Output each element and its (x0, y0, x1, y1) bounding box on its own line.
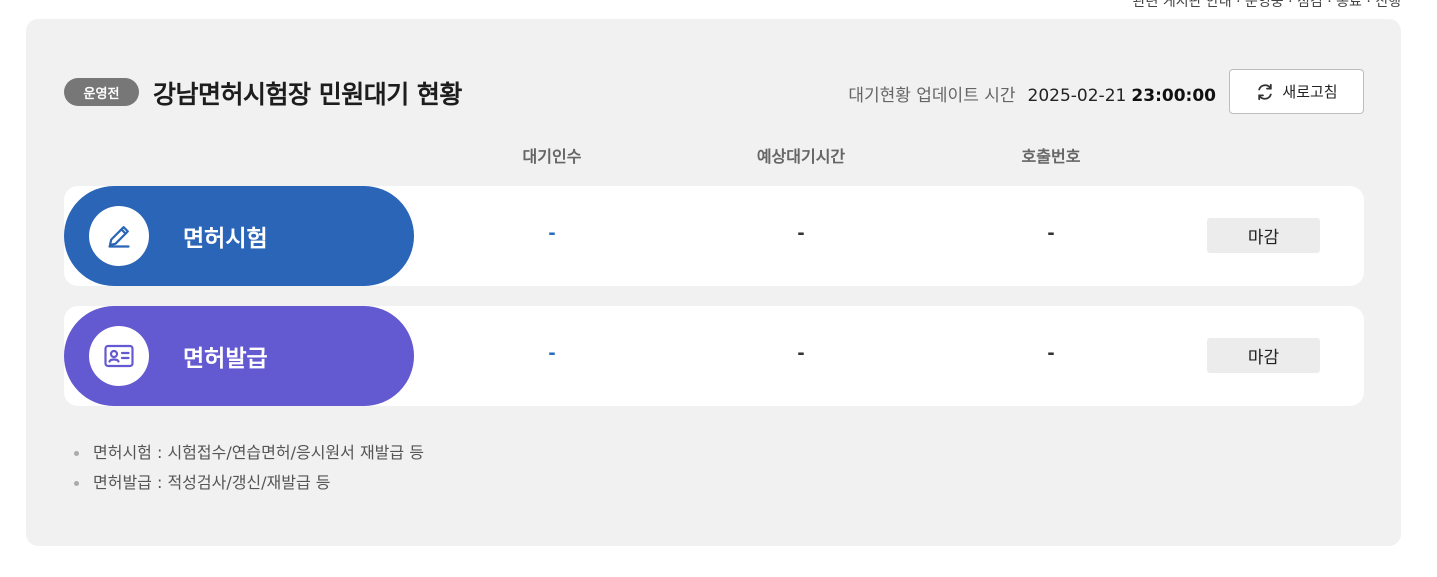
column-header-expected-wait: 예상대기시간 (756, 147, 846, 166)
update-info: 대기현황 업데이트 시간 2025-02-21 23:00:00 (848, 81, 1216, 106)
update-time: 23:00:00 (1131, 86, 1216, 106)
id-card-icon (89, 326, 149, 386)
pencil-icon (89, 206, 149, 266)
service-row-exam: 면허시험 - - - 마감 (64, 186, 1364, 286)
waiting-count: - (548, 223, 556, 244)
note-item: 면허시험 : 시험접수/연습면허/응시원서 재발급 등 (74, 438, 424, 468)
expected-wait-time: - (797, 223, 805, 244)
refresh-label: 새로고침 (1282, 83, 1338, 101)
closed-badge: 마감 (1207, 218, 1320, 253)
update-label: 대기현황 업데이트 시간 (848, 86, 1016, 106)
top-cropped-text: 관련 게시판 안내 · 운영중 · 점검 · 종료 · 진행 (1132, 0, 1401, 10)
waiting-count: - (548, 343, 556, 364)
update-date: 2025-02-21 (1027, 86, 1127, 106)
page-title: 강남면허시험장 민원대기 현황 (153, 80, 462, 109)
service-pill-exam: 면허시험 (64, 186, 414, 286)
service-label: 면허발급 (183, 346, 268, 372)
column-header-waiting-count: 대기인수 (522, 147, 582, 166)
service-pill-license-issue: 면허발급 (64, 306, 414, 406)
wait-status-panel: 운영전 강남면허시험장 민원대기 현황 대기현황 업데이트 시간 2025-02… (26, 19, 1401, 546)
expected-wait-time: - (797, 343, 805, 364)
update-timestamp: 2025-02-21 23:00:00 (1028, 86, 1216, 106)
service-row-license-issue: 면허발급 - - - 마감 (64, 306, 1364, 406)
call-number: - (1047, 223, 1055, 244)
service-label: 면허시험 (183, 226, 268, 252)
closed-badge: 마감 (1207, 338, 1320, 373)
refresh-button[interactable]: 새로고침 (1229, 69, 1364, 114)
status-badge: 운영전 (64, 78, 139, 106)
column-header-call-number: 호출번호 (1021, 147, 1081, 166)
note-item: 면허발급 : 적성검사/갱신/재발급 등 (74, 468, 424, 498)
refresh-icon (1255, 82, 1275, 102)
notes-list: 면허시험 : 시험접수/연습면허/응시원서 재발급 등 면허발급 : 적성검사/… (74, 438, 424, 498)
call-number: - (1047, 343, 1055, 364)
